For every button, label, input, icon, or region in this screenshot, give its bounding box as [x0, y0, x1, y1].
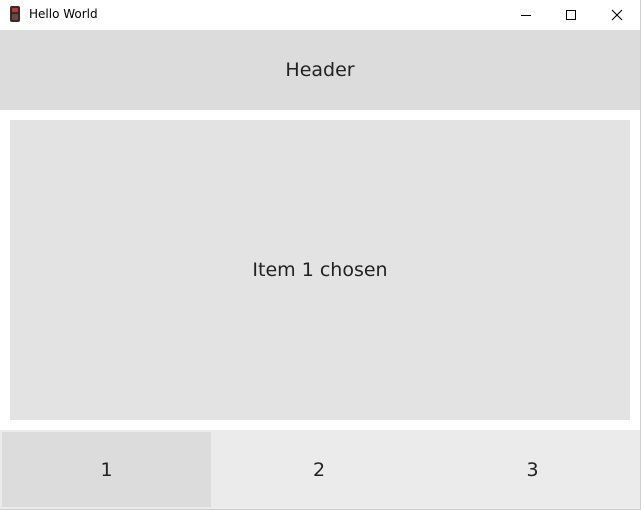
content-panel: Item 1 chosen: [10, 120, 630, 420]
tab-1[interactable]: 1: [2, 432, 211, 507]
tab-label: 1: [100, 458, 113, 481]
header-title: Header: [285, 59, 355, 81]
content-text: Item 1 chosen: [252, 259, 388, 281]
close-button[interactable]: [594, 0, 640, 30]
minimize-icon: [521, 14, 531, 16]
close-icon: [611, 9, 623, 21]
title-bar[interactable]: Hello World: [0, 0, 640, 30]
tab-2[interactable]: 2: [213, 432, 425, 507]
app-window: Hello World Header Item 1 chosen 1 2 3: [0, 0, 641, 510]
app-icon: [10, 6, 20, 22]
tab-3[interactable]: 3: [427, 432, 638, 507]
tab-label: 3: [526, 458, 539, 481]
bottom-tab-bar: 1 2 3: [0, 430, 640, 509]
tab-label: 2: [312, 458, 326, 481]
minimize-button[interactable]: [503, 0, 549, 30]
header-bar: Header: [0, 30, 640, 110]
maximize-button[interactable]: [548, 0, 594, 30]
window-title: Hello World: [29, 7, 98, 21]
maximize-icon: [566, 10, 576, 20]
